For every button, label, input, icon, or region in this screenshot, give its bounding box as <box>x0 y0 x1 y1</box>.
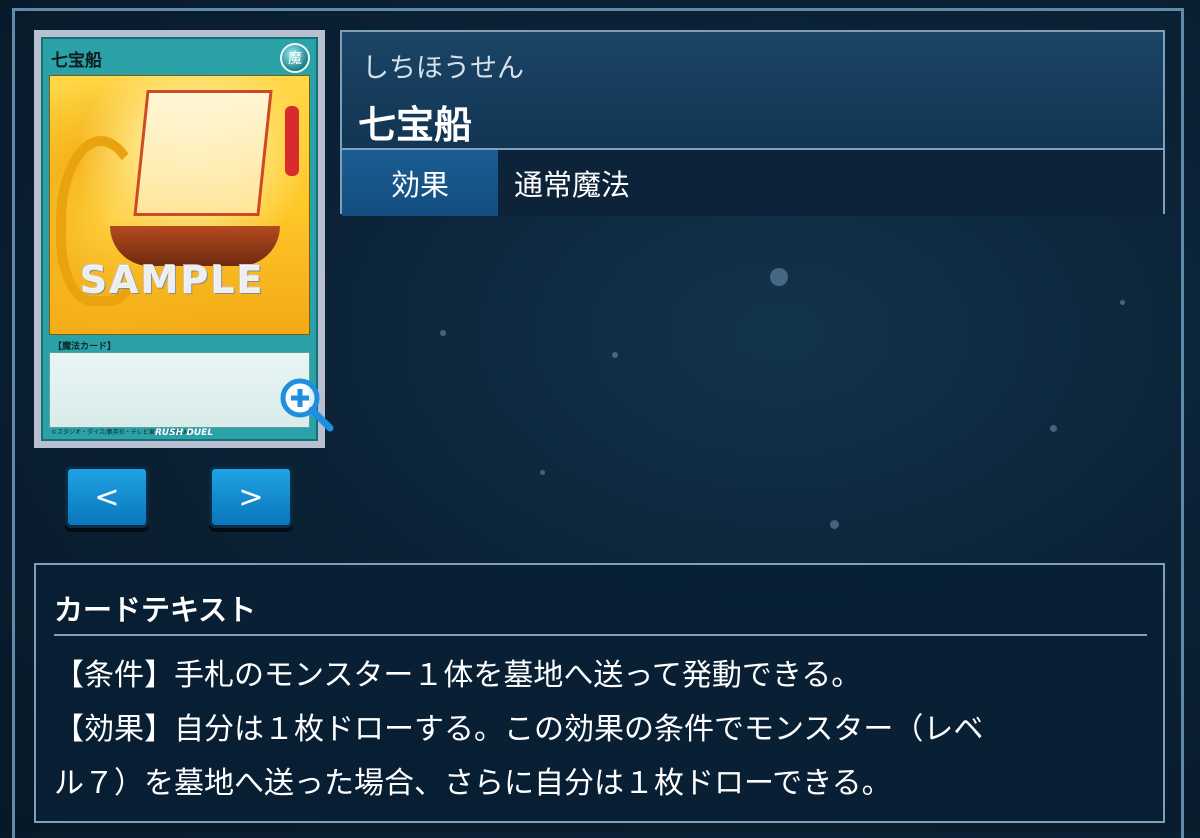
sample-watermark: SAMPLE <box>80 258 265 302</box>
card-info-panel: しちほうせん 七宝船 効果 通常魔法 <box>340 30 1165 216</box>
card-attribute-row: 効果 通常魔法 <box>342 148 1163 216</box>
attribute-icon: 魔 <box>280 43 310 73</box>
divider <box>54 634 1147 636</box>
card-ruby: しちほうせん <box>362 53 524 84</box>
attribute-label: 効果 <box>342 150 498 216</box>
card-type-label: 【魔法カード】 <box>53 342 117 352</box>
attribute-value: 通常魔法 <box>514 168 631 202</box>
zoom-in-icon[interactable] <box>278 376 336 434</box>
next-card-button[interactable]: > <box>209 466 293 528</box>
card-title: 七宝船 <box>358 103 473 147</box>
card-face: 七宝船 魔 SAMPLE 【魔法カード】 ©スタジオ・ダイス/集英社・テレビ東京… <box>41 37 318 441</box>
ship-sail-art <box>133 90 273 216</box>
card-text-line: 【効果】自分は１枚ドローする。この効果の条件でモンスター（レベ <box>54 712 984 747</box>
card-text-body: 【条件】手札のモンスター１体を墓地へ送って発動できる。 【効果】自分は１枚ドロー… <box>54 649 1141 811</box>
rush-duel-logo: RUSH DUEL <box>155 428 214 438</box>
card-text-heading: カードテキスト <box>54 593 257 627</box>
ribbon-art <box>285 106 299 176</box>
card-artwork: SAMPLE <box>49 75 310 335</box>
card-image-name: 七宝船 <box>51 51 102 71</box>
card-image[interactable]: 七宝船 魔 SAMPLE 【魔法カード】 ©スタジオ・ダイス/集英社・テレビ東京… <box>34 30 334 448</box>
card-text-line: ル７）を墓地へ送った場合、さらに自分は１枚ドローできる。 <box>54 766 892 801</box>
card-image-textbox <box>49 352 310 428</box>
card-text-line: 【条件】手札のモンスター１体を墓地へ送って発動できる。 <box>54 658 862 693</box>
card-text-panel: カードテキスト 【条件】手札のモンスター１体を墓地へ送って発動できる。 【効果】… <box>34 563 1165 823</box>
prev-card-button[interactable]: < <box>65 466 149 528</box>
